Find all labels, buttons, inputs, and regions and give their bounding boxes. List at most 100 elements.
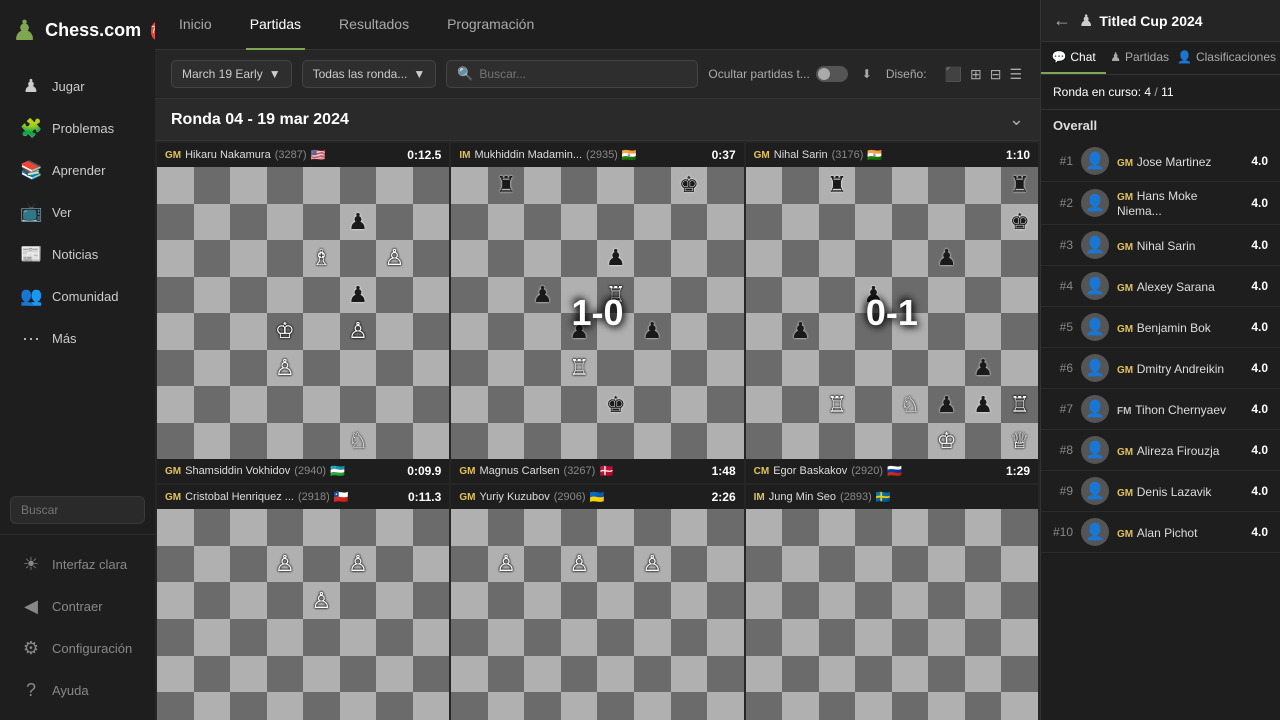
cell-5-5	[340, 692, 377, 720]
piece-4-1: ♟	[782, 313, 819, 350]
cell-1-1	[194, 204, 231, 241]
back-button[interactable]: ←	[1053, 10, 1071, 31]
design-grid-3-icon[interactable]: ⊟	[988, 64, 1004, 85]
tab-partidas[interactable]: ♟ Partidas	[1106, 42, 1173, 74]
game-card-1[interactable]: IM Mukhiddin Madamin... (2935) 🇮🇳 0:37 ♜…	[451, 143, 743, 483]
cell-7-2	[524, 423, 561, 460]
sidebar-item-ver[interactable]: 📺 Ver	[6, 192, 149, 233]
cell-2-7	[1001, 582, 1038, 619]
avatar-0: 👤	[1081, 147, 1109, 175]
game-card-2[interactable]: GM Nihal Sarin (3176) 🇮🇳 1:10 ♜♜♚♟♟♟♟♖♘♟…	[746, 143, 1038, 483]
ver-icon: 📺	[20, 202, 42, 223]
leaderboard-item-6[interactable]: #7 👤 FM Tihon Chernyaev 4.0	[1041, 389, 1280, 430]
cell-3-2	[230, 277, 267, 314]
cell-3-6	[671, 277, 708, 314]
game-card-0[interactable]: GM Hikaru Nakamura (3287) 🇺🇸 0:12.5 ♟♗♙♟…	[157, 143, 449, 483]
avatar-4: 👤	[1081, 313, 1109, 341]
design-list-icon[interactable]: ☰	[1007, 64, 1024, 85]
sidebar-item-aprender[interactable]: 📚 Aprender	[6, 150, 149, 191]
cell-5-5	[340, 350, 377, 387]
leaderboard-item-8[interactable]: #9 👤 GM Denis Lazavik 4.0	[1041, 471, 1280, 512]
rank-1: #2	[1053, 196, 1073, 210]
sidebar-item-problemas[interactable]: 🧩 Problemas	[6, 108, 149, 149]
cell-1-0	[157, 546, 194, 583]
download-icon[interactable]: ⬇	[862, 67, 872, 81]
piece-2-4: ♙	[303, 582, 340, 619]
leaderboard-item-3[interactable]: #4 👤 GM Alexey Sarana 4.0	[1041, 266, 1280, 307]
cell-6-0	[451, 386, 488, 423]
cell-4-2	[230, 313, 267, 350]
tab-chat[interactable]: 💬 Chat	[1041, 42, 1106, 74]
nav-partidas[interactable]: Partidas	[246, 0, 305, 50]
nav-programacion[interactable]: Programación	[443, 0, 538, 50]
leaderboard-item-2[interactable]: #3 👤 GM Nihal Sarin 4.0	[1041, 225, 1280, 266]
cell-5-4	[597, 692, 634, 720]
search-input[interactable]	[479, 61, 687, 87]
rank-2: #3	[1053, 238, 1073, 252]
sidebar-item-comunidad[interactable]: 👥 Comunidad	[6, 276, 149, 317]
cell-0-7	[1001, 509, 1038, 546]
sidebar-search-input[interactable]	[10, 496, 145, 524]
piece-6-4: ♚	[597, 386, 634, 423]
leaderboard-item-5[interactable]: #6 👤 GM Dmitry Andreikin 4.0	[1041, 348, 1280, 389]
cell-4-4	[892, 313, 929, 350]
cell-0-4	[892, 509, 929, 546]
sidebar-item-configuracion[interactable]: ⚙ Configuración	[6, 628, 149, 669]
black-time-0: 0:09.9	[407, 464, 441, 478]
sidebar-item-interfaz[interactable]: ☀ Interfaz clara	[6, 544, 149, 585]
cell-2-6	[376, 582, 413, 619]
board-wrap-1: ♜♚♟♟♖♟♟♖♚1-0	[451, 167, 743, 459]
cell-3-5	[928, 619, 965, 656]
design-grid-1-icon[interactable]: ⬛	[943, 64, 964, 85]
nav-inicio[interactable]: Inicio	[175, 0, 216, 50]
leaderboard-item-9[interactable]: #10 👤 GM Alan Pichot 4.0	[1041, 512, 1280, 553]
tab-clasificaciones[interactable]: 👤 Clasificaciones	[1173, 42, 1280, 74]
cell-0-1	[194, 509, 231, 546]
leaderboard-item-0[interactable]: #1 👤 GM Jose Martinez 4.0	[1041, 141, 1280, 182]
cell-1-3	[855, 546, 892, 583]
sidebar-item-noticias[interactable]: 📰 Noticias	[6, 234, 149, 275]
design-grid-2-icon[interactable]: ⊞	[968, 64, 984, 85]
white-flag-0: 🇺🇸	[311, 148, 326, 162]
player-details-0: GM Jose Martinez	[1117, 154, 1243, 169]
cell-5-4	[597, 350, 634, 387]
sidebar-item-jugar[interactable]: ♟ Jugar	[6, 66, 149, 107]
piece-2-4: ♟	[597, 240, 634, 277]
sidebar-item-mas[interactable]: ··· Más	[6, 318, 149, 359]
cell-5-4	[892, 350, 929, 387]
filter-date-button[interactable]: March 19 Early ▼	[171, 60, 292, 88]
hide-games-toggle[interactable]	[816, 66, 848, 82]
player-name-6: Tihon Chernyaev	[1135, 403, 1226, 417]
sidebar-item-ayuda[interactable]: ? Ayuda	[6, 670, 149, 711]
avatar-6: 👤	[1081, 395, 1109, 423]
cell-2-0	[746, 582, 783, 619]
piece-0-7: ♜	[1001, 167, 1038, 204]
cell-0-2	[230, 167, 267, 204]
avatar-8: 👤	[1081, 477, 1109, 505]
white-flag-5: 🇸🇪	[876, 490, 891, 504]
player-title-7: GM	[1117, 447, 1133, 458]
leaderboard-item-1[interactable]: #2 👤 GM Hans Moke Niema... 4.0	[1041, 182, 1280, 225]
filter-round-button[interactable]: Todas las ronda... ▼	[302, 60, 437, 88]
leaderboard-item-7[interactable]: #8 👤 GM Alireza Firouzja 4.0	[1041, 430, 1280, 471]
cell-1-2	[819, 546, 856, 583]
white-player-row-0: GM Hikaru Nakamura (3287) 🇺🇸 0:12.5	[157, 143, 449, 167]
cell-5-5	[634, 692, 671, 720]
game-card-5[interactable]: IM Jung Min Seo (2893) 🇸🇪	[746, 485, 1038, 720]
cell-0-0	[157, 167, 194, 204]
rank-9: #10	[1053, 525, 1073, 539]
collapse-button[interactable]: ⌄	[1009, 109, 1024, 130]
piece-1-5: ♙	[634, 546, 671, 583]
right-panel: ← ♟ Titled Cup 2024 💬 Chat ♟ Partidas 👤 …	[1040, 0, 1280, 720]
cell-3-1	[782, 619, 819, 656]
leaderboard-item-4[interactable]: #5 👤 GM Benjamin Bok 4.0	[1041, 307, 1280, 348]
player-title-4: GM	[1117, 324, 1133, 335]
game-card-4[interactable]: GM Yuriy Kuzubov (2906) 🇺🇦 2:26 ♙♙♙	[451, 485, 743, 720]
white-name-2: Nihal Sarin	[774, 149, 828, 161]
cell-7-1	[194, 423, 231, 460]
sidebar-item-contraer[interactable]: ◀ Contraer	[6, 586, 149, 627]
nav-resultados[interactable]: Resultados	[335, 0, 413, 50]
cell-5-2	[819, 692, 856, 720]
game-card-3[interactable]: GM Cristobal Henriquez ... (2918) 🇨🇱 0:1…	[157, 485, 449, 720]
player-title-5: GM	[1117, 365, 1133, 376]
